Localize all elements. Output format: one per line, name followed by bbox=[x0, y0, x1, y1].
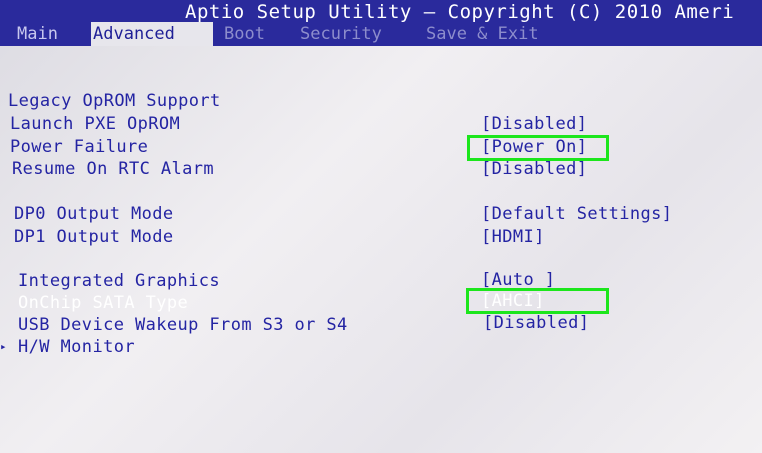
setting-value-launch-pxe[interactable]: [Disabled] bbox=[481, 114, 587, 134]
setting-label-launch-pxe[interactable]: Launch PXE OpROM bbox=[10, 114, 180, 134]
header-bar: Aptio Setup Utility – Copyright (C) 2010… bbox=[0, 0, 762, 46]
submenu-arrow-icon: ▸ bbox=[0, 340, 7, 353]
setting-value-dp0-output[interactable]: [Default Settings] bbox=[481, 204, 672, 224]
setting-value-integrated-graphics[interactable]: [Auto ] bbox=[481, 270, 555, 290]
setting-label-dp1-output[interactable]: DP1 Output Mode bbox=[14, 227, 174, 247]
tab-security[interactable]: Security bbox=[298, 22, 384, 46]
setting-label-integrated-graphics[interactable]: Integrated Graphics bbox=[18, 271, 220, 291]
tab-advanced[interactable]: Advanced bbox=[91, 22, 213, 46]
setting-label-power-failure[interactable]: Power Failure bbox=[10, 137, 148, 157]
setting-label-resume-rtc[interactable]: Resume On RTC Alarm bbox=[12, 159, 214, 179]
setting-value-onchip-sata[interactable]: [AHCI] bbox=[481, 291, 545, 311]
tab-save-exit[interactable]: Save & Exit bbox=[424, 22, 541, 46]
setting-label-usb-wakeup[interactable]: USB Device Wakeup From S3 or S4 bbox=[18, 315, 348, 335]
setting-value-power-failure[interactable]: [Power On] bbox=[481, 137, 587, 157]
tab-bar: Main Advanced Boot Security Save & Exit bbox=[0, 22, 762, 46]
section-heading: Legacy OpROM Support bbox=[8, 91, 221, 111]
tab-boot[interactable]: Boot bbox=[222, 22, 267, 46]
submenu-hw-monitor[interactable]: H/W Monitor bbox=[18, 337, 135, 357]
tab-main[interactable]: Main bbox=[15, 22, 60, 46]
setting-value-resume-rtc[interactable]: [Disabled] bbox=[481, 159, 587, 179]
setting-value-usb-wakeup[interactable]: [Disabled] bbox=[483, 313, 589, 333]
setting-label-onchip-sata[interactable]: OnChip SATA Type bbox=[18, 293, 188, 313]
bios-screen: Aptio Setup Utility – Copyright (C) 2010… bbox=[0, 0, 762, 453]
setting-value-dp1-output[interactable]: [HDMI] bbox=[481, 227, 545, 247]
setting-label-dp0-output[interactable]: DP0 Output Mode bbox=[14, 204, 174, 224]
window-title: Aptio Setup Utility – Copyright (C) 2010… bbox=[185, 1, 735, 23]
